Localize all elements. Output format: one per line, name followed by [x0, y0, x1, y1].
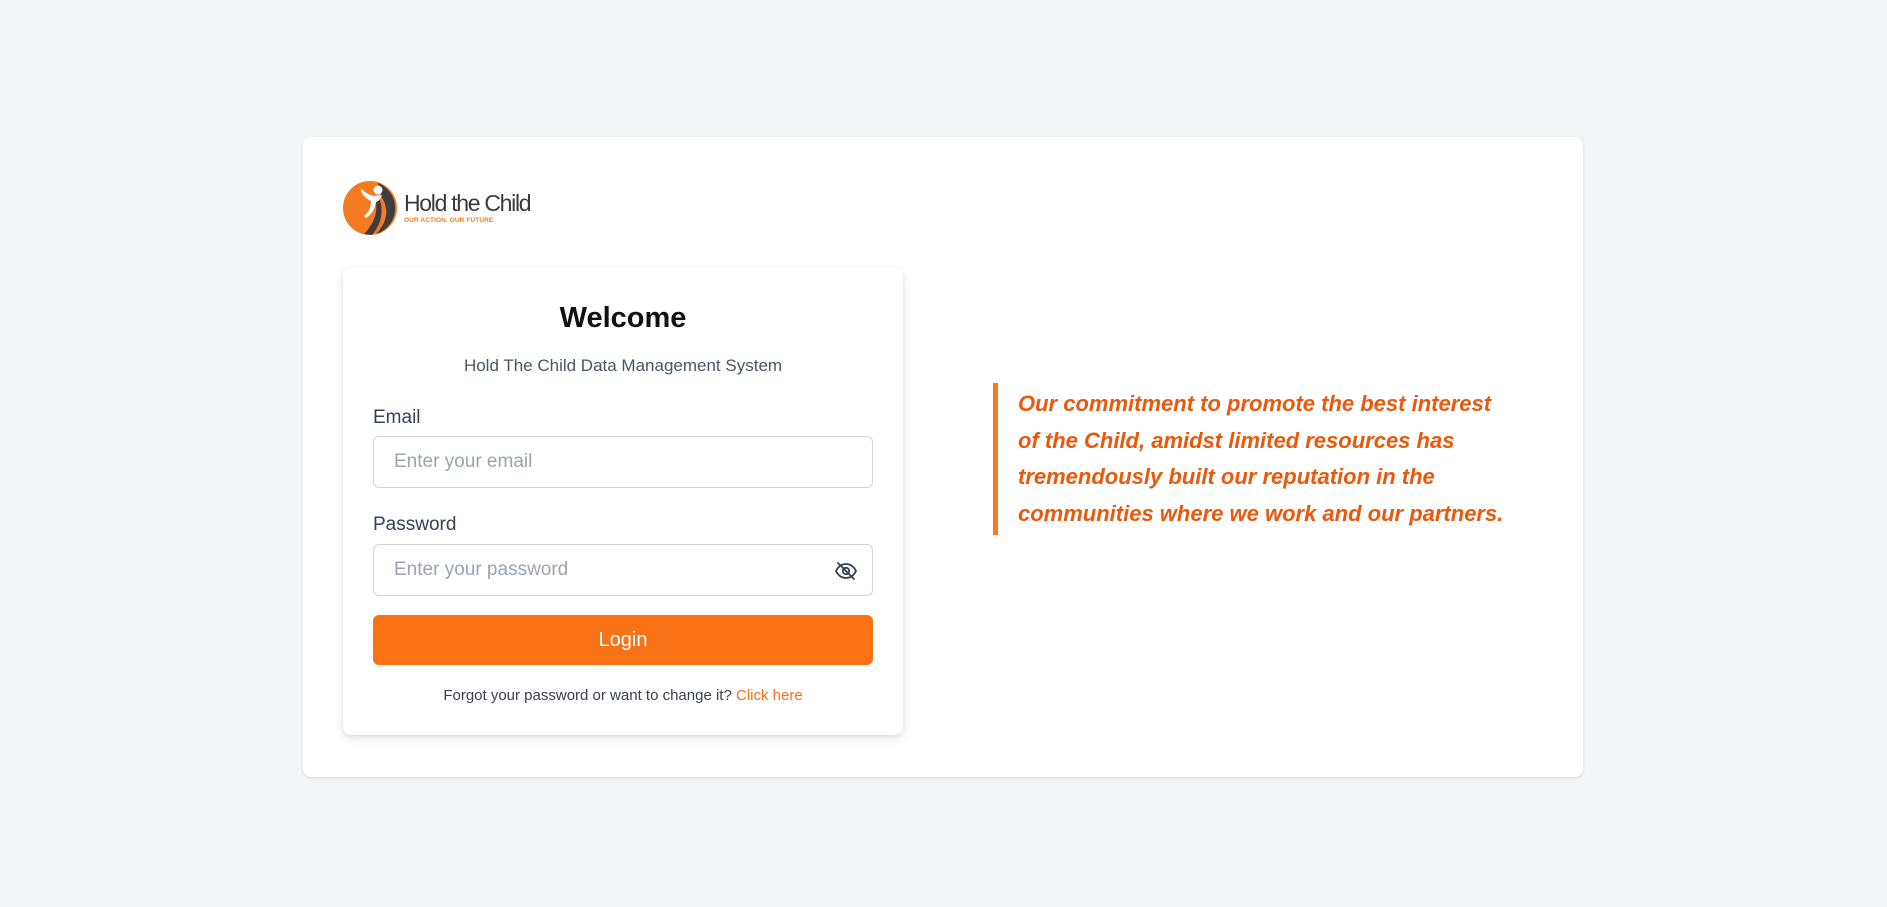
system-subtitle: Hold The Child Data Management System [463, 356, 783, 375]
brand-tagline: OUR ACTION. OUR FUTURE [404, 216, 494, 224]
password-label: Password [373, 514, 457, 535]
password-visibility-toggle[interactable] [834, 559, 858, 583]
brand-name: Hold the Child [404, 189, 532, 216]
login-form-card: Welcome Hold The Child Data Management S… [343, 268, 903, 735]
brand-logo: Hold the Child OUR ACTION. OUR FUTURE [342, 179, 532, 237]
forgot-password-link[interactable]: Click here [736, 687, 803, 704]
forgot-password-text: Forgot your password or want to change i… [443, 687, 732, 704]
eye-off-icon [835, 562, 857, 580]
login-page-card: Hold the Child OUR ACTION. OUR FUTURE We… [303, 137, 1583, 777]
forgot-password-row: Forgot your password or want to change i… [343, 687, 903, 704]
mission-quote: Our commitment to promote the best inter… [993, 383, 1513, 535]
welcome-title: Welcome [559, 302, 687, 334]
password-field-container [373, 544, 873, 596]
password-input[interactable] [374, 545, 872, 595]
email-field-container [373, 436, 873, 488]
email-input[interactable] [374, 437, 872, 487]
login-button[interactable]: Login [373, 615, 873, 665]
email-label: Email [373, 407, 421, 428]
child-figure-logo-icon [343, 181, 397, 235]
